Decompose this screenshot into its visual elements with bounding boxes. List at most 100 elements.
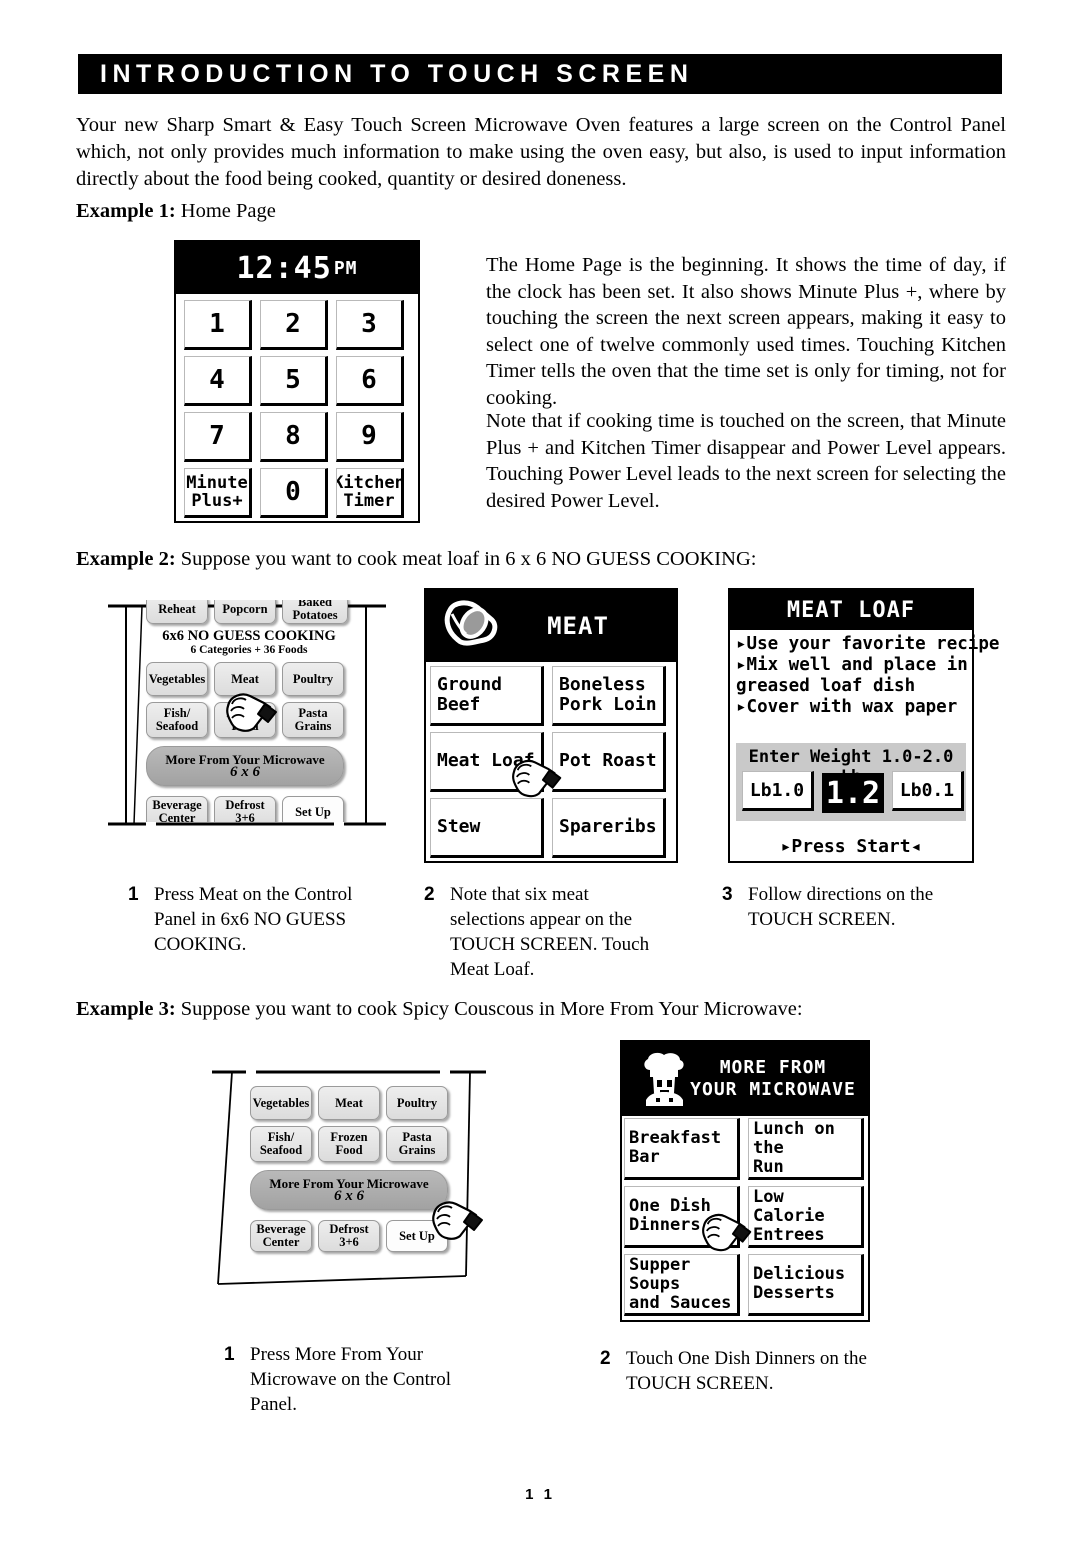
kitchen-timer-line1: Kitchen [336,473,404,493]
key-minute-plus[interactable]: Minute Plus+ [184,468,252,518]
example3-step-1-text: Press More From Your Microwave on the Co… [250,1344,452,1415]
panel-key-fish-seafood[interactable]: Fish/ Seafood [146,702,208,738]
meat-screen-titlebar: MEAT [426,590,676,662]
pointing-hand-icon [432,1201,483,1240]
press-start-prompt: ▸Press Start◂ [780,836,922,857]
key-8[interactable]: 8 [260,412,328,462]
mfym-key-supper-soups-and-sauces[interactable]: Supper Soups and Sauces [624,1254,740,1316]
minute-plus-line1: Minute [186,473,248,493]
mfym-key-lunch-on-the-run[interactable]: Lunch on the Run [748,1118,864,1180]
panel-caption-main: 6x6 NO GUESS COOKING [162,628,336,644]
meat-screen-title: MEAT [547,612,609,640]
panel3-key-vegetables[interactable]: Vegetables [250,1086,312,1120]
key-2[interactable]: 2 [260,300,328,350]
example2-step-3-text: Follow directions on the TOUCH SCREEN. [748,884,934,930]
panel3-key-frozen-food[interactable]: Frozen Food [318,1126,380,1162]
example3-heading: Example 3: Suppose you want to cook Spic… [76,998,803,1021]
mfym-keys: Breakfast Bar Lunch on the Run One Dish … [622,1116,868,1320]
kitchen-timer-line2: Timer [343,491,395,511]
example2-step-3-number: 3 [722,884,733,905]
page-header-band: INTRODUCTION TO TOUCH SCREEN [78,54,1002,94]
key-4[interactable]: 4 [184,356,252,406]
example2-step-2: 2 Note that six meat selections appear o… [424,882,654,982]
control-panel-diagram-example3: Vegetables Meat Poultry Fish/ Seafood Fr… [208,1062,498,1302]
pointing-hand-icon [512,759,562,798]
key-0[interactable]: 0 [260,468,328,518]
minute-plus-line2: Plus+ [191,491,243,511]
meat-screen: MEAT Ground Beef Boneless Pork Loin Meat… [424,588,678,863]
example2-step-2-number: 2 [424,884,435,905]
meat-key-stew[interactable]: Stew [430,798,544,858]
key-3[interactable]: 3 [336,300,404,350]
meat-key-boneless-pork-loin[interactable]: Boneless Pork Loin [552,666,666,726]
meat-screen-keys: Ground Beef Boneless Pork Loin Meat Loaf… [426,662,676,861]
example1-heading-text: Home Page [175,200,276,222]
mfym-title-line2: YOUR MICROWAVE [690,1079,856,1100]
clock-ampm: PM [333,257,358,279]
mfym-key-delicious-desserts[interactable]: Delicious Desserts [748,1254,864,1316]
panel3-key-beverage-center[interactable]: Beverage Center [250,1220,312,1252]
example3-step-1: 1 Press More From Your Microwave on the … [224,1342,474,1417]
pointing-hand-icon [702,1213,752,1252]
example2-step-2-text: Note that six meat selections appear on … [450,884,650,980]
example2-step-1-number: 1 [128,884,139,905]
meat-loaf-screen: MEAT LOAF ▸Use your favorite recipe ▸Mix… [728,588,1000,863]
meat-loaf-instruction-1: ▸Use your favorite recipe [736,634,1000,654]
panel3-key-meat[interactable]: Meat [318,1086,380,1120]
key-1[interactable]: 1 [184,300,252,350]
example3-step-2: 2 Touch One Dish Dinners on the TOUCH SC… [600,1346,870,1396]
mfym-title-line1: MORE FROM [719,1057,827,1078]
example3-step-2-number: 2 [600,1348,611,1369]
meat-key-ground-beef[interactable]: Ground Beef [430,666,544,726]
panel3-key-more-from-your-microwave[interactable]: More From Your Microwave 6 x 6 [250,1170,448,1210]
home-keypad: 1 2 3 4 5 6 7 8 9 Minute Plus+ 0 Kitchen… [176,294,418,521]
example2-heading: Example 2: Suppose you want to cook meat… [76,548,756,571]
meat-loaf-instruction-2b: greased loaf dish [736,676,916,696]
example3-step-2-text: Touch One Dish Dinners on the TOUCH SCRE… [626,1348,867,1394]
chef-icon [644,1052,684,1106]
example1-heading-label: Example 1: [76,200,176,222]
key-9[interactable]: 9 [336,412,404,462]
example2-heading-label: Example 2: [76,548,176,570]
example3-step-1-number: 1 [224,1344,235,1365]
meat-loaf-instruction-3: ▸Cover with wax paper [736,697,958,717]
mfym-key-breakfast-bar[interactable]: Breakfast Bar [624,1118,740,1180]
panel3-key-poultry[interactable]: Poultry [386,1086,448,1120]
key-6[interactable]: 6 [336,356,404,406]
mfym-titlebar: MORE FROM YOUR MICROWAVE [622,1042,868,1116]
example2-step-1: 1 Press Meat on the Control Panel in 6x6… [128,882,388,957]
weight-entry-panel: Enter Weight 1.0-2.0 Lb Lb1.0 1.2 Lb0.1 [736,743,966,821]
panel-top-clip [140,590,356,600]
weight-decrease-button[interactable]: Lb1.0 [742,771,814,811]
key-7[interactable]: 7 [184,412,252,462]
panel-key-vegetables[interactable]: Vegetables [146,662,208,696]
panel3-key-pasta-grains[interactable]: Pasta Grains [386,1126,448,1162]
intro-paragraph: Your new Sharp Smart & Easy Touch Screen… [76,114,1006,190]
page-title: INTRODUCTION TO TOUCH SCREEN [100,60,694,88]
control-panel-diagram-example2: Reheat Popcorn Baked Potatoes 6x6 NO GUE… [104,590,394,846]
panel-key-more-from-your-microwave[interactable]: More From Your Microwave 6 x 6 [146,746,344,786]
meat-loaf-instructions: ▸Use your favorite recipe ▸Mix well and … [736,634,1000,718]
key-5[interactable]: 5 [260,356,328,406]
clock-time: 12:45 [236,250,332,286]
panel-key-pasta-grains[interactable]: Pasta Grains [282,702,344,738]
page-number: 1 1 [525,1486,555,1503]
mfym-key-low-calorie-entrees[interactable]: Low Calorie Entrees [748,1186,864,1248]
weight-value-display: 1.2 [822,773,884,813]
example1-heading: Example 1: Home Page [76,200,276,223]
example1-paragraph-2: Note that if cooking time is touched on … [486,410,1006,512]
more-from-your-microwave-screen: MORE FROM YOUR MICROWAVE Breakfast Bar L… [620,1040,870,1322]
example2-step-3: 3 Follow directions on the TOUCH SCREEN. [722,882,972,932]
panel3-key-defrost[interactable]: Defrost 3+6 [318,1220,380,1252]
more-from-6x6: 6 x 6 [230,764,260,780]
key-kitchen-timer[interactable]: Kitchen Timer [336,468,404,518]
meat-loaf-title: MEAT LOAF [730,590,972,630]
meat-key-spareribs[interactable]: Spareribs [552,798,666,858]
meat-loaf-instruction-2: ▸Mix well and place in [736,655,968,675]
panel-key-poultry[interactable]: Poultry [282,662,344,696]
example1-paragraph-1: The Home Page is the beginning. It shows… [486,254,1006,409]
meat-loaf-body: ▸Use your favorite recipe ▸Mix well and … [730,630,1000,861]
weight-increase-button[interactable]: Lb0.1 [892,771,964,811]
panel-caption-sub: 6 Categories + 36 Foods [190,644,308,656]
panel3-key-fish-seafood[interactable]: Fish/ Seafood [250,1126,312,1162]
